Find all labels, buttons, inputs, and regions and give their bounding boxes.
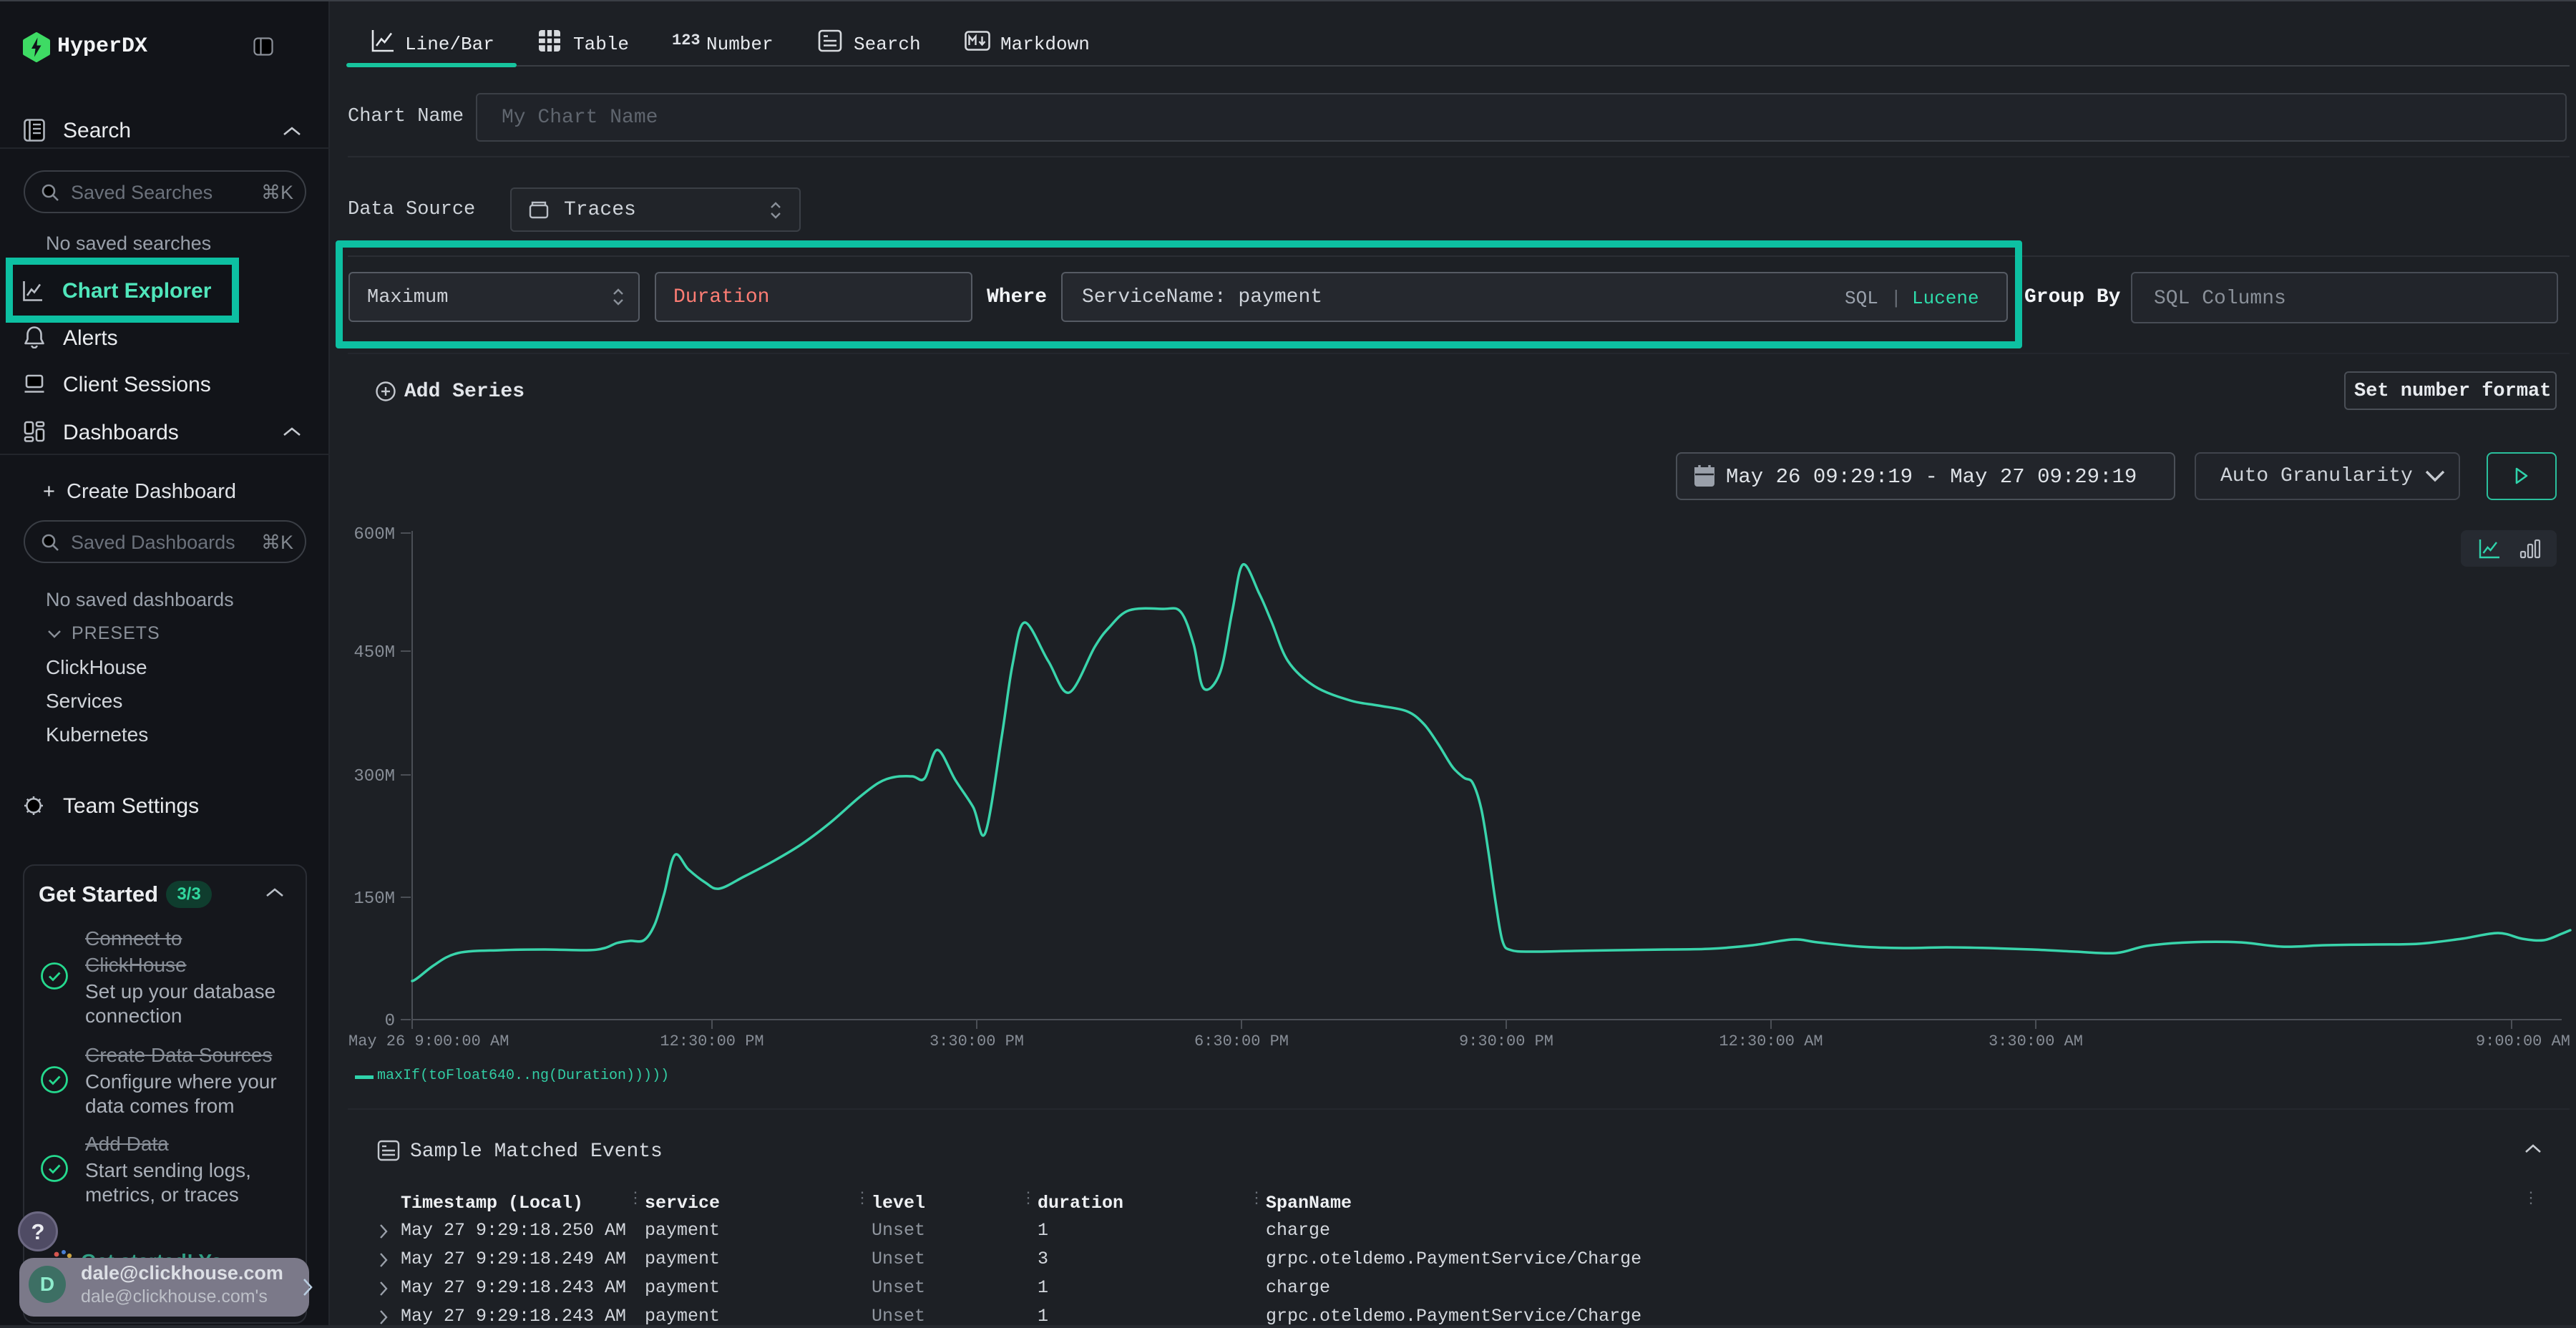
svg-text:12:30:00 PM: 12:30:00 PM <box>660 1032 763 1050</box>
svg-text:600M: 600M <box>353 525 395 545</box>
svg-text:May 26 9:00:00 AM: May 26 9:00:00 AM <box>348 1032 509 1050</box>
svg-text:300M: 300M <box>353 767 395 786</box>
svg-text:150M: 150M <box>353 889 395 909</box>
svg-text:0: 0 <box>385 1012 395 1031</box>
svg-text:3:30:00 PM: 3:30:00 PM <box>930 1032 1024 1050</box>
svg-text:12:30:00 AM: 12:30:00 AM <box>1719 1032 1823 1050</box>
svg-text:450M: 450M <box>353 643 395 663</box>
svg-text:9:00:00 AM: 9:00:00 AM <box>2476 1032 2570 1050</box>
svg-text:6:30:00 PM: 6:30:00 PM <box>1194 1032 1289 1050</box>
svg-text:3:30:00 AM: 3:30:00 AM <box>1989 1032 2083 1050</box>
svg-text:9:30:00 PM: 9:30:00 PM <box>1459 1032 1553 1050</box>
